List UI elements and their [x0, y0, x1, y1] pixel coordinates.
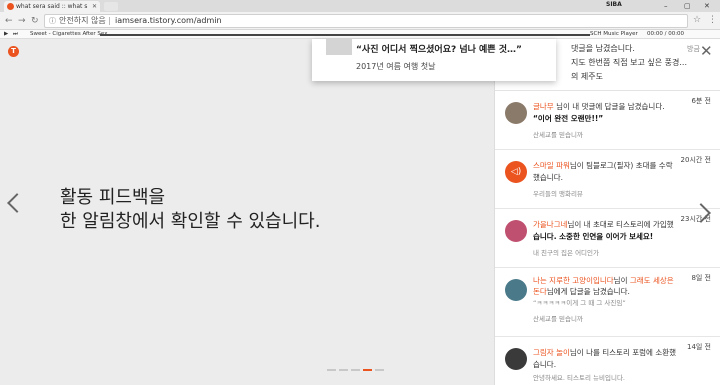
- menu-icon[interactable]: ⋮: [708, 15, 717, 25]
- post-thumbnail: [326, 39, 352, 55]
- play-icon[interactable]: ▶: [4, 30, 8, 38]
- notification-quote: 습니다. 소중한 인연을 이어가 보세요!: [533, 232, 654, 241]
- notification-quote: “ㅋㅋㅋㅋㅋ이게 그 때 그 사진임”: [533, 299, 626, 307]
- tab-close-icon[interactable]: ✕: [92, 1, 97, 12]
- notification-text: 그림자 놀이님이 나를 티스토리 포럼에 소환했: [533, 347, 676, 358]
- card-subtitle: 2017년 여름 여행 첫날: [356, 62, 436, 71]
- notification-sub: 산세교를 믿습니까: [533, 315, 583, 323]
- notification-message: 님이 내 초대로 티스토리에 가입했: [567, 220, 674, 229]
- user-name[interactable]: 나는 지루한 고양이입니다: [533, 276, 614, 285]
- maximize-icon[interactable]: ▢: [684, 0, 691, 12]
- pager-dot[interactable]: [375, 369, 384, 371]
- notification-sub: 내 친구의 집은 어디인가: [533, 249, 599, 257]
- user-name[interactable]: 그림자 놀이: [533, 348, 570, 357]
- user-name[interactable]: 가을나그네: [533, 220, 568, 229]
- notification-message: 님이 내 댓글에 답글을 남겼습니다.: [553, 102, 665, 111]
- reload-icon[interactable]: ↻: [31, 15, 39, 27]
- notification-item[interactable]: 나는 지루한 고양이입니다님이 그래도 세상은 돈다님에게 답글을 남겼습니다.…: [495, 269, 720, 337]
- notification-time: 6분 전: [691, 97, 711, 105]
- skip-icon[interactable]: ⏭: [13, 30, 18, 38]
- address-separator: [109, 17, 110, 25]
- notification-text: 지도 한번쯤 직접 보고 싶은 풍경...: [571, 58, 688, 67]
- notification-sub: 의 제주도: [571, 72, 603, 81]
- notification-text: 글나무 님이 내 댓글에 답글을 남겼습니다.: [533, 101, 665, 112]
- notification-panel: 댓글을 남겼습니다. 지도 한번쯤 직접 보고 싶은 풍경... 의 제주도 방…: [494, 39, 720, 385]
- back-icon[interactable]: ←: [5, 15, 13, 27]
- browser-toolbar: ← → ↻ ⓘ 안전하지 않음 iamsera.tistory.com/admi…: [0, 12, 720, 30]
- browser-tab[interactable]: what sera said :: what s ✕: [4, 1, 100, 12]
- track-title: Sweet - Cigarettes After Sex: [30, 31, 108, 37]
- notification-text: 가을나그네님이 내 초대로 티스토리에 가입했: [533, 219, 674, 230]
- chevron-left-icon[interactable]: [7, 193, 27, 213]
- avatar: [505, 279, 527, 301]
- security-label: 안전하지 않음: [59, 16, 106, 25]
- notification-message: 님이 팀블로그(필자) 초대를 수락: [569, 161, 673, 170]
- pager-dot[interactable]: [327, 369, 336, 371]
- star-icon[interactable]: ☆: [693, 15, 701, 25]
- notification-sub: 안녕하세요. 티스토리 뉴비입니다.: [533, 374, 625, 382]
- card-title: “사진 어디서 찍으셨어요? 넘나 예쁜 것…”: [356, 45, 522, 55]
- notification-text: 스마일 파워님이 팀블로그(필자) 초대를 수락: [533, 160, 673, 171]
- avatar: [505, 220, 527, 242]
- avatar: [505, 348, 527, 370]
- notification-sub: 산세교를 믿습니까: [533, 131, 583, 139]
- notification-message: 님이 나를 티스토리 포럼에 소환했: [569, 348, 677, 357]
- user-name[interactable]: 스마일 파워: [533, 161, 570, 170]
- notification-time: 20시간 전: [680, 156, 711, 164]
- browser-tabbar: what sera said :: what s ✕ SIBA – ▢ ✕: [0, 0, 720, 12]
- notification-item[interactable]: 그림자 놀이님이 나를 티스토리 포럼에 소환했 습니다. 안녕하세요. 티스토…: [495, 338, 720, 385]
- user-name[interactable]: 글나무: [533, 102, 554, 111]
- notification-item[interactable]: ◁) 스마일 파워님이 팀블로그(필자) 초대를 수락 했습니다. 우리들의 맹…: [495, 151, 720, 209]
- headline-line-2: 한 알림창에서 확인할 수 있습니다.: [60, 211, 321, 232]
- avatar: [505, 102, 527, 124]
- notification-message: 님이: [613, 276, 630, 285]
- notification-item[interactable]: 가을나그네님이 내 초대로 티스토리에 가입했 습니다. 소중한 인연을 이어가…: [495, 210, 720, 268]
- minimize-icon[interactable]: –: [664, 0, 668, 12]
- notification-text-cont: 돈다님에게 답글을 남겼습니다.: [533, 286, 630, 297]
- forward-icon[interactable]: →: [18, 15, 26, 27]
- notification-text: 댓글을 남겼습니다.: [571, 44, 635, 53]
- notification-time: 8일 전: [691, 274, 711, 282]
- notification-sound-icon: ◁): [505, 161, 527, 183]
- favicon-icon: [7, 3, 14, 10]
- info-icon[interactable]: ⓘ: [49, 15, 56, 27]
- notification-time: 14일 전: [686, 343, 711, 351]
- new-tab-button[interactable]: [104, 2, 118, 11]
- address-bar[interactable]: ⓘ 안전하지 않음 iamsera.tistory.com/admin: [44, 14, 688, 28]
- url-text: iamsera.tistory.com/admin: [115, 16, 222, 25]
- player-name: SCH Music Player: [590, 31, 638, 37]
- admin-page: T 활동 피드백을 한 알림창에서 확인할 수 있습니다. 댓글을 남겼습니다.…: [0, 39, 720, 385]
- notification-preview-card[interactable]: “사진 어디서 찍으셨어요? 넘나 예쁜 것…” 2017년 여름 여행 첫날: [312, 39, 556, 81]
- notification-item[interactable]: 글나무 님이 내 댓글에 답글을 남겼습니다. “이어 완전 오랜만!!” 산세…: [495, 92, 720, 150]
- tistory-logo-icon[interactable]: T: [8, 46, 19, 57]
- tab-title: what sera said :: what s: [16, 3, 88, 10]
- player-time: 00:00 / 00:00: [647, 31, 685, 37]
- close-icon[interactable]: ✕: [700, 44, 713, 59]
- notification-text: 나는 지루한 고양이입니다님이 그래도 세상은: [533, 275, 674, 286]
- pager-dot[interactable]: [351, 369, 360, 371]
- progress-bar[interactable]: [100, 34, 590, 36]
- user-name-3[interactable]: 돈다: [533, 287, 547, 296]
- window-close-icon[interactable]: ✕: [704, 0, 710, 12]
- user-name-2[interactable]: 그래도 세상은: [630, 276, 674, 285]
- pager-dot-active[interactable]: [363, 369, 372, 371]
- notification-message: 님에게 답글을 남겼습니다.: [546, 287, 630, 296]
- notification-sub: 우리들의 맹화리뷰: [533, 190, 583, 198]
- notification-time: 방금: [687, 45, 700, 53]
- pager-dot[interactable]: [339, 369, 348, 371]
- slide-headline: 활동 피드백을 한 알림창에서 확인할 수 있습니다.: [60, 186, 320, 234]
- notification-quote: “이어 완전 오랜만!!”: [533, 114, 604, 123]
- notification-text-cont: 습니다.: [533, 360, 557, 369]
- music-player-bar: ▶ ⏭ Sweet - Cigarettes After Sex SCH Mus…: [0, 30, 720, 39]
- headline-line-1: 활동 피드백을: [60, 187, 166, 208]
- notification-text-cont: 했습니다.: [533, 173, 563, 182]
- profile-label[interactable]: SIBA: [606, 1, 622, 8]
